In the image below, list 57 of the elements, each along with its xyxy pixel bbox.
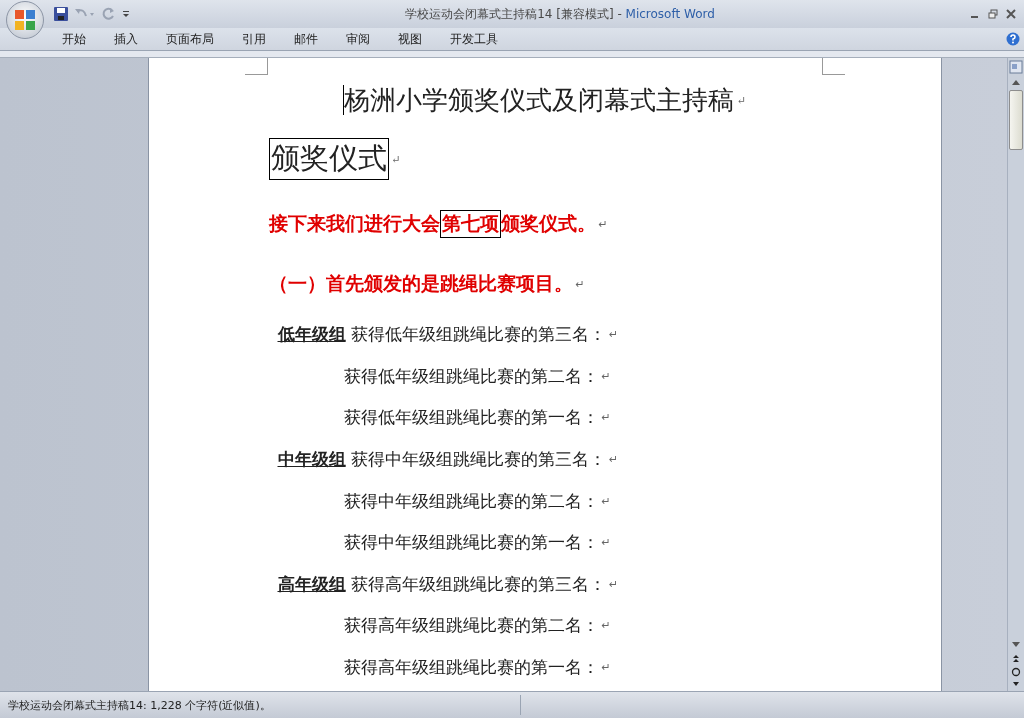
previous-page-icon[interactable] [1011, 653, 1021, 663]
ribbon-tab[interactable]: 引用 [228, 28, 280, 50]
group-label: 高年级组 [277, 572, 346, 596]
group-label: 中年级组 [277, 448, 346, 472]
paragraph-text: 获得高年级组跳绳比赛的第二名： [343, 614, 599, 638]
ribbon-tab[interactable]: 邮件 [280, 28, 332, 50]
browse-object-icon[interactable] [1011, 667, 1021, 677]
paragraph-text: 第七项 [439, 210, 501, 238]
save-icon[interactable] [54, 7, 68, 21]
close-icon[interactable] [1006, 9, 1016, 19]
ribbon-tab[interactable]: 开发工具 [436, 28, 512, 50]
ribbon-tab[interactable]: 页面布局 [152, 28, 228, 50]
paragraph-text: 接下来我们进行大会 [268, 211, 440, 236]
paragraph-mark: ↵ [601, 536, 611, 550]
paragraph-mark: ↵ [601, 619, 611, 633]
paragraph-text: 获得低年级组跳绳比赛的第一名： [343, 406, 599, 430]
restore-icon[interactable] [988, 9, 998, 19]
paragraph-mark: ↵ [608, 328, 619, 342]
paragraph-text: （一）首先颁发的是跳绳比赛项目。 [268, 271, 573, 296]
office-logo [12, 7, 38, 33]
customize-menu-icon[interactable] [122, 10, 130, 18]
paragraph-mark: ↵ [601, 494, 611, 508]
paragraph-text: 获得高年级组跳绳比赛的第一名： [343, 656, 599, 680]
paragraph-text: 获得高年级组跳绳比赛的第三名： [349, 572, 606, 596]
help-icon[interactable] [1006, 32, 1020, 46]
status-text: 学校运动会闭幕式主持稿14: 1,228 个字符(近似值)。 [7, 697, 272, 713]
crop-mark [244, 58, 268, 75]
scroll-down-icon[interactable] [1011, 641, 1021, 649]
paragraph-text: 获得低年级组跳绳比赛的第二名： [343, 364, 599, 388]
paragraph-text: 颁奖仪式。 [500, 211, 596, 236]
scroll-up-icon[interactable] [1011, 78, 1021, 86]
paragraph-mark: ↵ [575, 277, 585, 291]
paragraph-text: 颁奖仪式 [268, 138, 389, 180]
ruler-toggle-icon[interactable] [1009, 60, 1023, 74]
ribbon-tab[interactable]: 插入 [100, 28, 152, 50]
paragraph-mark: ↵ [601, 411, 611, 425]
group-label: 低年级组 [277, 323, 346, 347]
paragraph-mark: ↵ [736, 93, 747, 107]
paragraph-text: 获得中年级组跳绳比赛的第三名： [349, 448, 606, 472]
ribbon-tab[interactable]: 审阅 [332, 28, 384, 50]
office-button[interactable] [6, 1, 44, 39]
paragraph-mark: ↵ [608, 453, 619, 467]
window-title: 学校运动会闭幕式主持稿14 [兼容模式] - Microsoft Word [404, 5, 716, 23]
paragraph-text: 获得中年级组跳绳比赛的第一名： [343, 531, 599, 555]
ribbon-tab[interactable]: 视图 [384, 28, 436, 50]
paragraph-text: 获得中年级组跳绳比赛的第二名： [343, 489, 599, 513]
paragraph-text: 杨洲小学颁奖仪式及闭幕式主持稿 [343, 83, 734, 117]
paragraph-mark: ↵ [608, 577, 619, 591]
paragraph-mark: ↵ [391, 152, 401, 166]
crop-mark [821, 58, 845, 75]
scroll-thumb[interactable] [1009, 90, 1023, 150]
ribbon-tab[interactable]: 开始 [48, 28, 100, 50]
paragraph-text: 获得低年级组跳绳比赛的第三名： [349, 323, 606, 347]
paragraph-mark: ↵ [598, 217, 608, 231]
paragraph-mark: ↵ [601, 661, 611, 675]
paragraph-mark: ↵ [601, 369, 611, 383]
next-page-icon[interactable] [1011, 681, 1021, 687]
